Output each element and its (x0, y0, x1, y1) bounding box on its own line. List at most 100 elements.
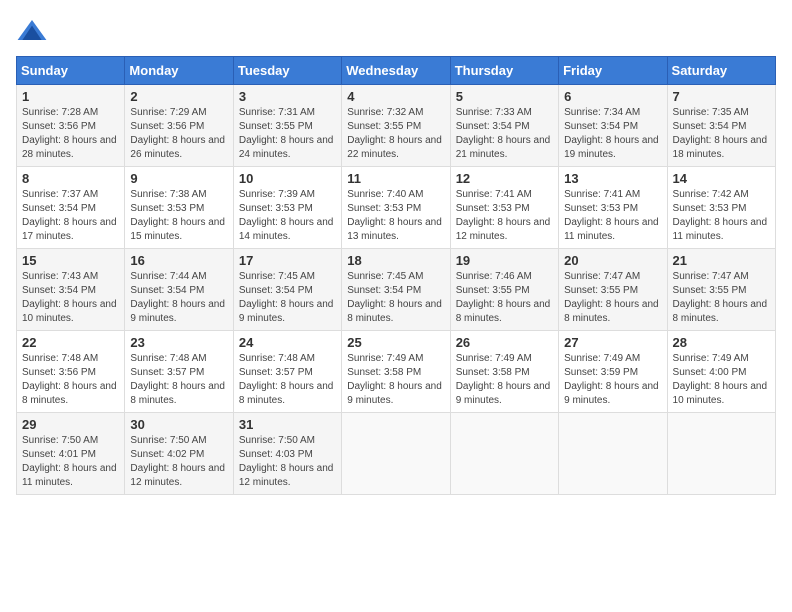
calendar-cell (559, 413, 667, 495)
calendar-cell: 31 Sunrise: 7:50 AMSunset: 4:03 PMDaylig… (233, 413, 341, 495)
day-detail: Sunrise: 7:28 AMSunset: 3:56 PMDaylight:… (22, 107, 117, 160)
calendar-cell: 30 Sunrise: 7:50 AMSunset: 4:02 PMDaylig… (125, 413, 233, 495)
day-number: 31 (239, 417, 336, 432)
day-number: 20 (564, 253, 661, 268)
calendar-cell: 16 Sunrise: 7:44 AMSunset: 3:54 PMDaylig… (125, 249, 233, 331)
day-number: 4 (347, 89, 444, 104)
day-number: 2 (130, 89, 227, 104)
calendar-cell: 7 Sunrise: 7:35 AMSunset: 3:54 PMDayligh… (667, 85, 775, 167)
day-detail: Sunrise: 7:49 AMSunset: 3:59 PMDaylight:… (564, 353, 659, 406)
calendar-table: SundayMondayTuesdayWednesdayThursdayFrid… (16, 56, 776, 495)
calendar-cell: 29 Sunrise: 7:50 AMSunset: 4:01 PMDaylig… (17, 413, 125, 495)
calendar-cell: 25 Sunrise: 7:49 AMSunset: 3:58 PMDaylig… (342, 331, 450, 413)
day-detail: Sunrise: 7:44 AMSunset: 3:54 PMDaylight:… (130, 271, 225, 324)
header-cell-tuesday: Tuesday (233, 57, 341, 85)
header-cell-wednesday: Wednesday (342, 57, 450, 85)
day-number: 9 (130, 171, 227, 186)
day-number: 5 (456, 89, 553, 104)
day-detail: Sunrise: 7:42 AMSunset: 3:53 PMDaylight:… (673, 189, 768, 242)
day-number: 16 (130, 253, 227, 268)
day-detail: Sunrise: 7:49 AMSunset: 3:58 PMDaylight:… (456, 353, 551, 406)
header-cell-friday: Friday (559, 57, 667, 85)
day-number: 14 (673, 171, 770, 186)
calendar-cell: 22 Sunrise: 7:48 AMSunset: 3:56 PMDaylig… (17, 331, 125, 413)
day-detail: Sunrise: 7:41 AMSunset: 3:53 PMDaylight:… (456, 189, 551, 242)
calendar-week-5: 29 Sunrise: 7:50 AMSunset: 4:01 PMDaylig… (17, 413, 776, 495)
day-number: 13 (564, 171, 661, 186)
day-number: 7 (673, 89, 770, 104)
day-number: 10 (239, 171, 336, 186)
calendar-cell: 10 Sunrise: 7:39 AMSunset: 3:53 PMDaylig… (233, 167, 341, 249)
day-number: 19 (456, 253, 553, 268)
calendar-week-3: 15 Sunrise: 7:43 AMSunset: 3:54 PMDaylig… (17, 249, 776, 331)
calendar-cell: 1 Sunrise: 7:28 AMSunset: 3:56 PMDayligh… (17, 85, 125, 167)
day-detail: Sunrise: 7:47 AMSunset: 3:55 PMDaylight:… (673, 271, 768, 324)
day-detail: Sunrise: 7:46 AMSunset: 3:55 PMDaylight:… (456, 271, 551, 324)
day-number: 29 (22, 417, 119, 432)
day-detail: Sunrise: 7:32 AMSunset: 3:55 PMDaylight:… (347, 107, 442, 160)
calendar-cell: 18 Sunrise: 7:45 AMSunset: 3:54 PMDaylig… (342, 249, 450, 331)
day-number: 24 (239, 335, 336, 350)
calendar-cell: 23 Sunrise: 7:48 AMSunset: 3:57 PMDaylig… (125, 331, 233, 413)
day-detail: Sunrise: 7:34 AMSunset: 3:54 PMDaylight:… (564, 107, 659, 160)
calendar-cell (342, 413, 450, 495)
calendar-cell: 15 Sunrise: 7:43 AMSunset: 3:54 PMDaylig… (17, 249, 125, 331)
day-number: 27 (564, 335, 661, 350)
calendar-cell: 4 Sunrise: 7:32 AMSunset: 3:55 PMDayligh… (342, 85, 450, 167)
header-cell-sunday: Sunday (17, 57, 125, 85)
day-detail: Sunrise: 7:40 AMSunset: 3:53 PMDaylight:… (347, 189, 442, 242)
header-cell-thursday: Thursday (450, 57, 558, 85)
calendar-cell (667, 413, 775, 495)
day-detail: Sunrise: 7:50 AMSunset: 4:02 PMDaylight:… (130, 435, 225, 488)
calendar-week-4: 22 Sunrise: 7:48 AMSunset: 3:56 PMDaylig… (17, 331, 776, 413)
day-number: 26 (456, 335, 553, 350)
day-detail: Sunrise: 7:43 AMSunset: 3:54 PMDaylight:… (22, 271, 117, 324)
day-number: 11 (347, 171, 444, 186)
day-detail: Sunrise: 7:38 AMSunset: 3:53 PMDaylight:… (130, 189, 225, 242)
calendar-cell: 27 Sunrise: 7:49 AMSunset: 3:59 PMDaylig… (559, 331, 667, 413)
calendar-cell: 8 Sunrise: 7:37 AMSunset: 3:54 PMDayligh… (17, 167, 125, 249)
calendar-cell: 21 Sunrise: 7:47 AMSunset: 3:55 PMDaylig… (667, 249, 775, 331)
day-number: 1 (22, 89, 119, 104)
page-header (16, 16, 776, 48)
day-detail: Sunrise: 7:33 AMSunset: 3:54 PMDaylight:… (456, 107, 551, 160)
day-number: 3 (239, 89, 336, 104)
calendar-week-2: 8 Sunrise: 7:37 AMSunset: 3:54 PMDayligh… (17, 167, 776, 249)
day-detail: Sunrise: 7:39 AMSunset: 3:53 PMDaylight:… (239, 189, 334, 242)
calendar-cell: 28 Sunrise: 7:49 AMSunset: 4:00 PMDaylig… (667, 331, 775, 413)
calendar-cell: 26 Sunrise: 7:49 AMSunset: 3:58 PMDaylig… (450, 331, 558, 413)
calendar-cell: 19 Sunrise: 7:46 AMSunset: 3:55 PMDaylig… (450, 249, 558, 331)
day-detail: Sunrise: 7:35 AMSunset: 3:54 PMDaylight:… (673, 107, 768, 160)
day-detail: Sunrise: 7:48 AMSunset: 3:56 PMDaylight:… (22, 353, 117, 406)
day-detail: Sunrise: 7:50 AMSunset: 4:03 PMDaylight:… (239, 435, 334, 488)
day-detail: Sunrise: 7:45 AMSunset: 3:54 PMDaylight:… (347, 271, 442, 324)
day-number: 30 (130, 417, 227, 432)
day-detail: Sunrise: 7:49 AMSunset: 3:58 PMDaylight:… (347, 353, 442, 406)
day-number: 15 (22, 253, 119, 268)
header-cell-monday: Monday (125, 57, 233, 85)
day-detail: Sunrise: 7:50 AMSunset: 4:01 PMDaylight:… (22, 435, 117, 488)
day-number: 23 (130, 335, 227, 350)
calendar-cell: 17 Sunrise: 7:45 AMSunset: 3:54 PMDaylig… (233, 249, 341, 331)
calendar-cell: 14 Sunrise: 7:42 AMSunset: 3:53 PMDaylig… (667, 167, 775, 249)
calendar-header-row: SundayMondayTuesdayWednesdayThursdayFrid… (17, 57, 776, 85)
calendar-cell: 24 Sunrise: 7:48 AMSunset: 3:57 PMDaylig… (233, 331, 341, 413)
calendar-body: 1 Sunrise: 7:28 AMSunset: 3:56 PMDayligh… (17, 85, 776, 495)
day-detail: Sunrise: 7:47 AMSunset: 3:55 PMDaylight:… (564, 271, 659, 324)
calendar-cell: 13 Sunrise: 7:41 AMSunset: 3:53 PMDaylig… (559, 167, 667, 249)
calendar-cell: 3 Sunrise: 7:31 AMSunset: 3:55 PMDayligh… (233, 85, 341, 167)
day-number: 17 (239, 253, 336, 268)
day-detail: Sunrise: 7:29 AMSunset: 3:56 PMDaylight:… (130, 107, 225, 160)
logo (16, 16, 52, 48)
day-number: 28 (673, 335, 770, 350)
logo-icon (16, 16, 48, 48)
calendar-cell: 9 Sunrise: 7:38 AMSunset: 3:53 PMDayligh… (125, 167, 233, 249)
calendar-cell: 5 Sunrise: 7:33 AMSunset: 3:54 PMDayligh… (450, 85, 558, 167)
calendar-cell (450, 413, 558, 495)
day-detail: Sunrise: 7:49 AMSunset: 4:00 PMDaylight:… (673, 353, 768, 406)
day-detail: Sunrise: 7:48 AMSunset: 3:57 PMDaylight:… (239, 353, 334, 406)
day-detail: Sunrise: 7:31 AMSunset: 3:55 PMDaylight:… (239, 107, 334, 160)
day-number: 22 (22, 335, 119, 350)
header-cell-saturday: Saturday (667, 57, 775, 85)
day-number: 25 (347, 335, 444, 350)
